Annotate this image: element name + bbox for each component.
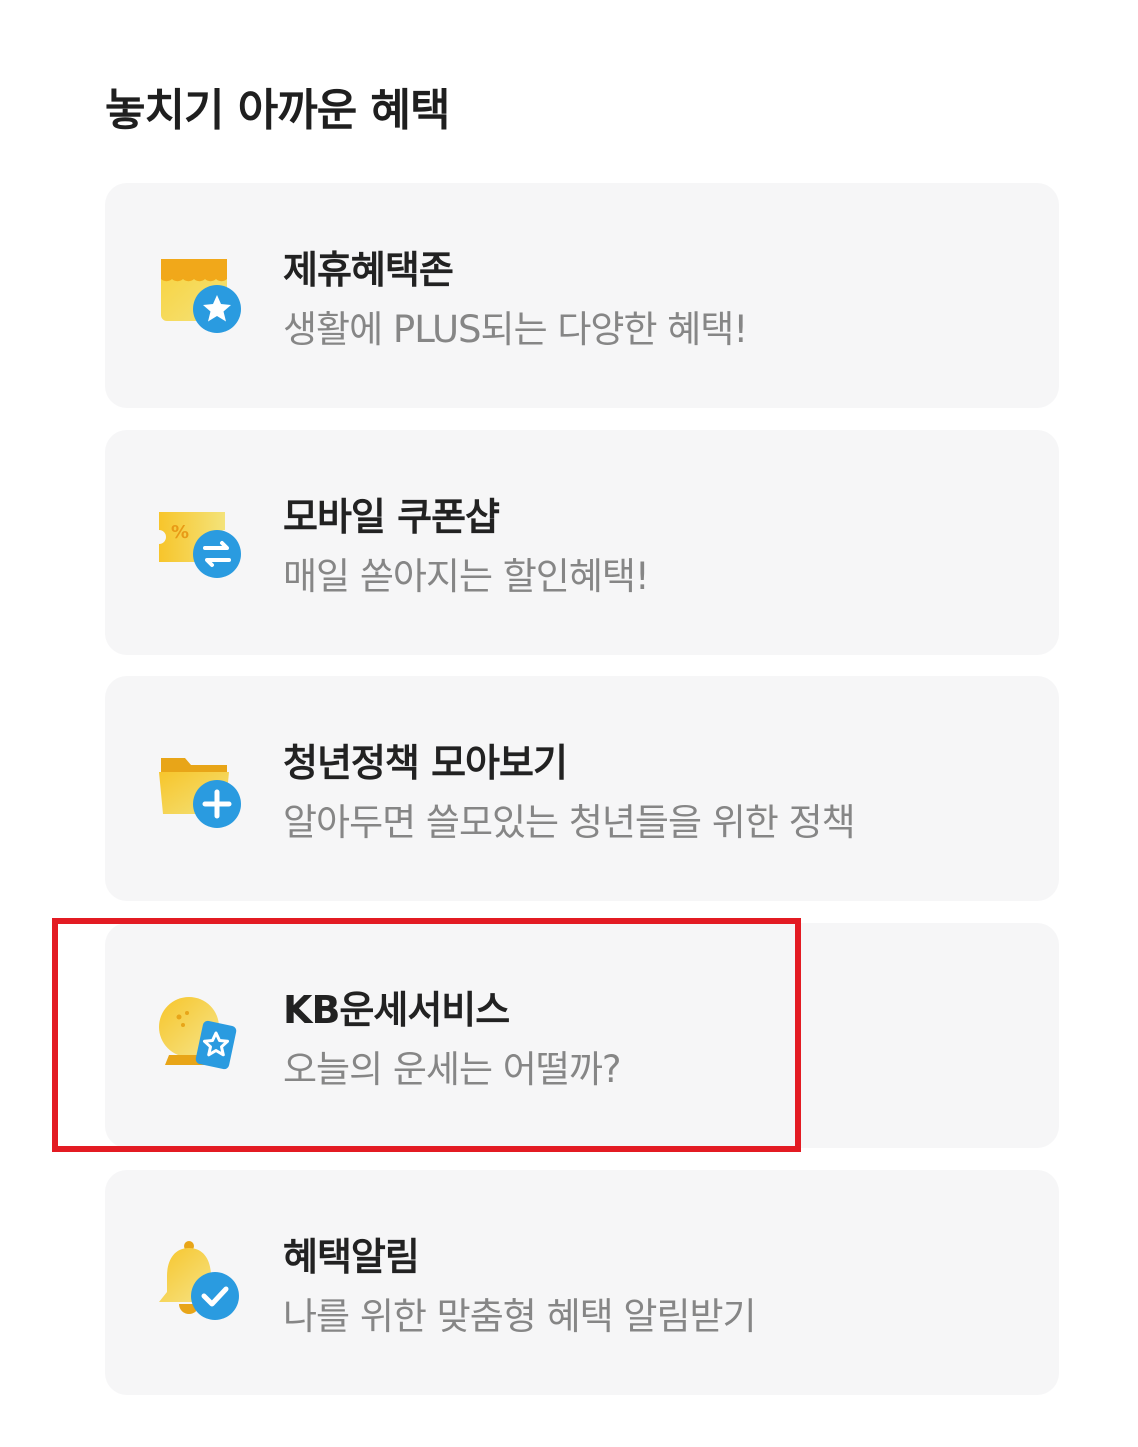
card-description: 알아두면 쓸모있는 청년들을 위한 정책: [283, 801, 856, 844]
card-title: 청년정책 모아보기: [283, 741, 568, 785]
card-title: 모바일 쿠폰샵: [283, 495, 500, 539]
coupon-exchange-icon: %: [155, 498, 245, 588]
svg-text:%: %: [171, 522, 189, 543]
folder-plus-icon: [155, 744, 245, 834]
card-youth-policy[interactable]: 청년정책 모아보기 알아두면 쓸모있는 청년들을 위한 정책: [105, 676, 1059, 901]
store-star-icon: [155, 251, 245, 341]
card-description: 오늘의 운세는 어떨까?: [283, 1048, 622, 1091]
benefits-screen: 놓치기 아까운 혜택 제휴혜택존 생활에 PLUS되는 다양한 혜택! % 모바…: [0, 0, 1138, 1447]
section-title: 놓치기 아까운 혜택: [105, 85, 450, 136]
card-title: 제휴혜택존: [283, 248, 454, 292]
crystal-ball-card-icon: [155, 991, 245, 1081]
card-description: 생활에 PLUS되는 다양한 혜택!: [283, 308, 748, 351]
card-kb-fortune-service[interactable]: KB운세서비스 오늘의 운세는 어떨까?: [105, 923, 1059, 1148]
bell-check-icon: [155, 1238, 245, 1328]
card-mobile-coupon-shop[interactable]: % 모바일 쿠폰샵 매일 쏟아지는 할인혜택!: [105, 430, 1059, 655]
card-partner-benefits[interactable]: 제휴혜택존 생활에 PLUS되는 다양한 혜택!: [105, 183, 1059, 408]
card-title: 혜택알림: [283, 1235, 420, 1279]
card-benefit-alerts[interactable]: 혜택알림 나를 위한 맞춤형 혜택 알림받기: [105, 1170, 1059, 1395]
card-title: KB운세서비스: [283, 988, 510, 1032]
card-description: 나를 위한 맞춤형 혜택 알림받기: [283, 1295, 757, 1338]
card-description: 매일 쏟아지는 할인혜택!: [283, 555, 650, 598]
